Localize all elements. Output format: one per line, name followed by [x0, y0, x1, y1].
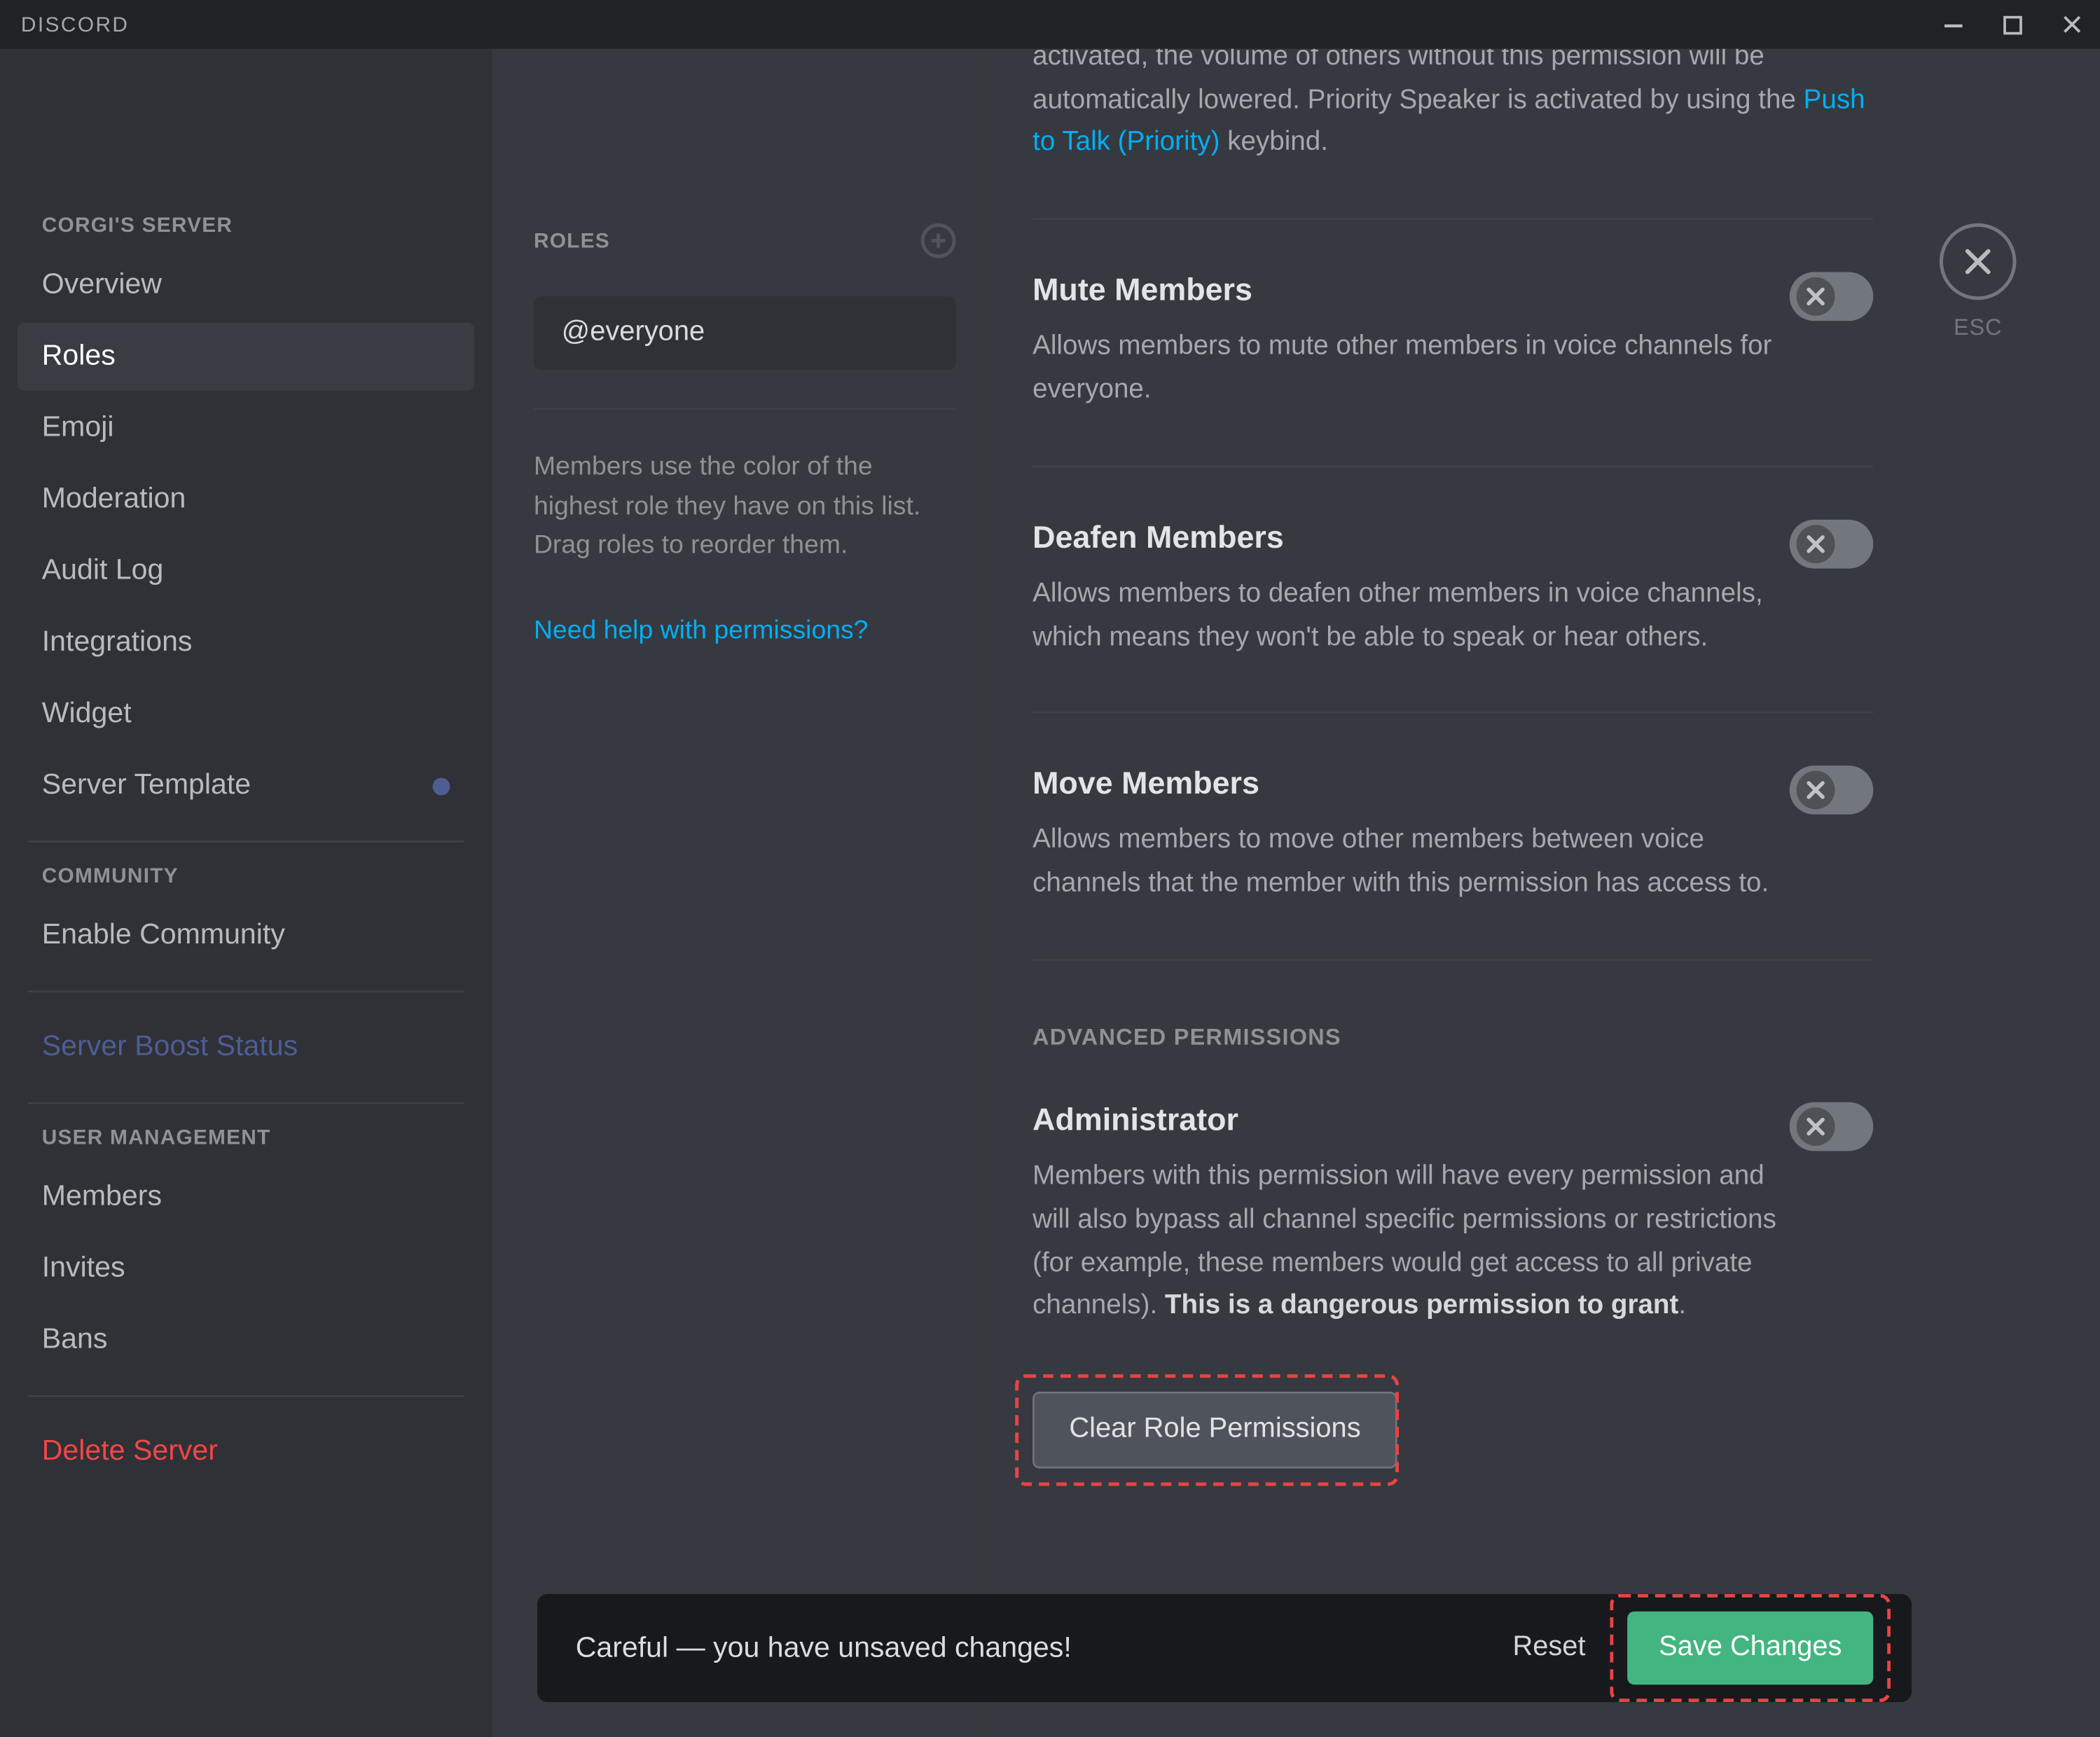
sidebar-item-server-boost[interactable]: Server Boost Status — [18, 1013, 474, 1081]
unsaved-message: Careful — you have unsaved changes! — [576, 1631, 1072, 1664]
permission-title: Mute Members — [1032, 272, 1790, 309]
divider — [1032, 465, 1873, 466]
window-close-icon[interactable] — [2061, 14, 2082, 35]
advanced-permissions-header: ADVANCED PERMISSIONS — [1032, 1024, 1873, 1050]
reset-button[interactable]: Reset — [1512, 1633, 1585, 1664]
role-item-everyone[interactable]: @everyone — [534, 296, 956, 370]
sidebar-item-bans[interactable]: Bans — [18, 1306, 474, 1374]
permissions-column: Allows members to be more easily heard i… — [980, 49, 2100, 1737]
permission-toggle[interactable] — [1790, 766, 1874, 815]
roles-help-note: Members use the color of the highest rol… — [534, 448, 956, 566]
app-title: DISCORD — [21, 12, 130, 36]
save-changes-button[interactable]: Save Changes — [1627, 1612, 1873, 1685]
window-minimize-icon[interactable] — [1943, 14, 1964, 35]
sidebar-item-integrations[interactable]: Integrations — [18, 609, 474, 677]
sidebar-item-roles[interactable]: Roles — [18, 323, 474, 391]
divider — [28, 990, 464, 992]
sidebar-item-audit-log[interactable]: Audit Log — [18, 537, 474, 605]
clear-role-permissions-button[interactable]: Clear Role Permissions — [1032, 1392, 1397, 1469]
sidebar-item-widget[interactable]: Widget — [18, 680, 474, 748]
add-role-icon[interactable] — [921, 223, 956, 258]
badge-dot-icon — [433, 777, 450, 794]
unsaved-changes-bar: Careful — you have unsaved changes! Rese… — [537, 1594, 1912, 1702]
close-icon — [1961, 244, 1996, 279]
divider — [1032, 219, 1873, 220]
sidebar-section-community: COMMUNITY — [42, 864, 475, 888]
sidebar-section-user-management: USER MANAGEMENT — [42, 1125, 475, 1149]
permission-toggle[interactable] — [1790, 519, 1874, 568]
sidebar-item-emoji[interactable]: Emoji — [18, 394, 474, 462]
roles-list-column: ROLES @everyone Members use the color of… — [492, 49, 980, 1737]
divider — [28, 1102, 464, 1104]
permission-desc: Allows members to move other members bet… — [1032, 820, 1790, 906]
permission-toggle[interactable] — [1790, 272, 1874, 321]
sidebar-item-label: Server Template — [42, 769, 251, 802]
permission-desc: Allows members to deafen other members i… — [1032, 574, 1790, 660]
window-titlebar: DISCORD — [0, 0, 2100, 49]
window-maximize-icon[interactable] — [2003, 14, 2024, 35]
esc-label: ESC — [1954, 314, 2002, 340]
close-settings-button[interactable] — [1940, 223, 2017, 300]
toggle-administrator[interactable] — [1790, 1102, 1874, 1151]
divider — [1032, 959, 1873, 960]
settings-sidebar: CORGI'S SERVER Overview Roles Emoji Mode… — [0, 49, 492, 1737]
permission-desc-administrator: Members with this permission will have e… — [1032, 1156, 1790, 1329]
sidebar-item-moderation[interactable]: Moderation — [18, 466, 474, 534]
permission-desc: Allows members to mute other members in … — [1032, 326, 1790, 413]
divider — [28, 1395, 464, 1397]
sidebar-item-server-template[interactable]: Server Template — [18, 752, 474, 819]
roles-help-link[interactable]: Need help with permissions? — [534, 615, 956, 644]
permission-title-administrator: Administrator — [1032, 1102, 1790, 1139]
permission-desc-priority-speaker: Allows members to be more easily heard i… — [1032, 49, 1873, 166]
divider — [534, 408, 956, 410]
sidebar-item-members[interactable]: Members — [18, 1163, 474, 1231]
divider — [1032, 712, 1873, 714]
sidebar-item-invites[interactable]: Invites — [18, 1235, 474, 1303]
roles-header: ROLES — [534, 228, 610, 253]
sidebar-item-overview[interactable]: Overview — [18, 251, 474, 319]
sidebar-item-enable-community[interactable]: Enable Community — [18, 901, 474, 969]
sidebar-section-server: CORGI'S SERVER — [42, 213, 475, 237]
permission-title: Move Members — [1032, 766, 1790, 803]
sidebar-item-delete-server[interactable]: Delete Server — [18, 1418, 474, 1486]
divider — [28, 840, 464, 842]
permission-title: Deafen Members — [1032, 519, 1790, 555]
